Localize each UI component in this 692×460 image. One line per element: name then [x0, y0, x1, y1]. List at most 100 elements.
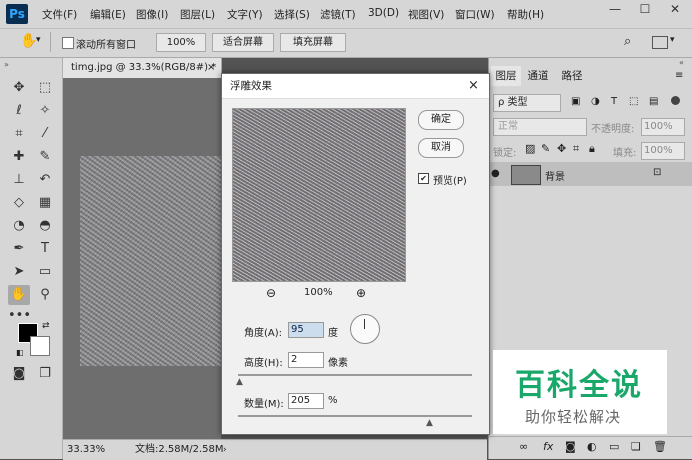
hand-tool-icon[interactable]: ✋	[8, 285, 30, 305]
menu-filter[interactable]: 滤镜(T)	[320, 7, 356, 22]
default-colors-icon[interactable]: ◧	[16, 348, 24, 357]
healing-brush-icon[interactable]: ✚	[8, 147, 30, 167]
tab-channels[interactable]: 通道	[523, 66, 553, 86]
preview-checkbox[interactable]: ✔	[418, 173, 429, 184]
kind-filter-select[interactable]: ρ 类型	[493, 94, 561, 112]
minimize-button[interactable]: —	[600, 0, 630, 20]
magic-wand-icon[interactable]: ✧	[34, 101, 56, 121]
zoom-tool-icon[interactable]: ⚲	[34, 285, 56, 305]
eraser-tool-icon[interactable]: ◇	[8, 193, 30, 213]
height-slider-thumb[interactable]: ▲	[236, 377, 243, 387]
tool-preset-chevron-icon[interactable]: ▾	[36, 35, 41, 45]
visibility-eye-icon[interactable]: ●	[491, 168, 500, 179]
fill-field[interactable]: 100%	[641, 142, 685, 160]
pen-tool-icon[interactable]: ✒	[8, 239, 30, 259]
tab-paths[interactable]: 路径	[557, 66, 587, 86]
lock-artboard-icon[interactable]: ⌗	[573, 142, 579, 156]
dialog-close-icon[interactable]: ×	[468, 74, 479, 98]
fx-icon[interactable]: fx	[543, 440, 553, 453]
blend-mode-select[interactable]: 正常	[493, 118, 587, 136]
menu-edit[interactable]: 编辑(E)	[90, 7, 126, 22]
filter-adjust-icon[interactable]: ◑	[591, 96, 600, 107]
adjustment-layer-icon[interactable]: ◐	[587, 440, 597, 453]
link-layers-icon[interactable]: ∞	[519, 440, 528, 453]
zoom-in-icon[interactable]: ⊕	[356, 286, 366, 300]
brush-tool-icon[interactable]: ✎	[34, 147, 56, 167]
quick-mask-icon[interactable]: ◙	[8, 364, 30, 384]
zoom-100-button[interactable]: 100%	[156, 33, 206, 52]
lasso-tool-icon[interactable]: ℓ	[8, 101, 30, 121]
height-slider[interactable]	[238, 374, 472, 376]
layer-row[interactable]: ● 背景 ⊡	[489, 162, 692, 186]
opacity-field[interactable]: 100%	[641, 118, 685, 136]
zoom-readout[interactable]: 33.33%	[67, 440, 105, 460]
collapse-icon[interactable]: »	[4, 60, 9, 69]
menu-window[interactable]: 窗口(W)	[455, 7, 495, 22]
layer-name[interactable]: 背景	[545, 168, 565, 183]
filter-smart-icon[interactable]: ▤	[649, 96, 658, 107]
filter-preview[interactable]	[232, 108, 406, 282]
type-tool-icon[interactable]: T	[34, 239, 56, 259]
document-close-icon[interactable]: ×	[207, 58, 215, 78]
screen-mode-icon[interactable]: ❐	[34, 364, 56, 384]
dodge-tool-icon[interactable]: ◓	[34, 216, 56, 236]
fill-screen-button[interactable]: 填充屏幕	[280, 33, 346, 52]
path-select-icon[interactable]: ➤	[8, 262, 30, 282]
filter-type-icon[interactable]: T	[611, 96, 617, 107]
panel-collapse-icon[interactable]: «	[679, 58, 684, 67]
workspace-icon[interactable]	[652, 36, 668, 49]
angle-field[interactable]: 95	[288, 322, 324, 338]
menu-file[interactable]: 文件(F)	[42, 7, 77, 22]
lock-all-icon[interactable]: 🔒︎	[589, 142, 595, 156]
menu-view[interactable]: 视图(V)	[408, 7, 444, 22]
window-close-button[interactable]: ✕	[660, 0, 690, 20]
menu-3d[interactable]: 3D(D)	[368, 7, 399, 19]
filter-image-icon[interactable]: ▣	[571, 96, 580, 107]
new-group-icon[interactable]: ▭	[609, 440, 619, 453]
crop-tool-icon[interactable]: ⌗	[8, 124, 30, 144]
delete-layer-icon[interactable]: 🗑︎	[653, 440, 667, 453]
cancel-button[interactable]: 取消	[418, 138, 464, 158]
menu-type[interactable]: 文字(Y)	[227, 7, 263, 22]
tab-layers[interactable]: 图层	[491, 66, 521, 86]
swap-colors-icon[interactable]: ⇄	[42, 321, 50, 331]
amount-slider-thumb[interactable]: ▲	[426, 418, 433, 428]
menu-select[interactable]: 选择(S)	[274, 7, 310, 22]
gradient-tool-icon[interactable]: ▦	[34, 193, 56, 213]
panel-menu-icon[interactable]: ≡	[675, 70, 683, 81]
maximize-button[interactable]: ☐	[630, 0, 660, 20]
history-brush-icon[interactable]: ↶	[34, 170, 56, 190]
document-tab[interactable]: timg.jpg @ 33.3%(RGB/8#) * ×	[63, 58, 222, 78]
scroll-all-checkbox[interactable]	[62, 37, 74, 49]
lock-position-icon[interactable]: ✥	[557, 142, 566, 155]
filter-shape-icon[interactable]: ⬚	[629, 96, 638, 107]
angle-dial[interactable]	[350, 314, 380, 344]
shape-tool-icon[interactable]: ▭	[34, 262, 56, 282]
move-tool-icon[interactable]: ✥	[8, 78, 30, 98]
lock-pixels-icon[interactable]: ▨	[525, 142, 535, 155]
amount-slider[interactable]	[238, 415, 472, 417]
height-field[interactable]: 2	[288, 352, 324, 368]
menu-layer[interactable]: 图层(L)	[180, 7, 215, 22]
ok-button[interactable]: 确定	[418, 110, 464, 130]
new-layer-icon[interactable]: ❏	[631, 440, 641, 453]
amount-field[interactable]: 205	[288, 393, 324, 409]
dialog-titlebar[interactable]: 浮雕效果 ×	[222, 74, 489, 99]
status-arrow-icon[interactable]: ›	[223, 440, 227, 460]
blur-tool-icon[interactable]: ◔	[8, 216, 30, 236]
hand-icon[interactable]: ✋	[20, 33, 37, 49]
menu-image[interactable]: 图像(I)	[136, 7, 168, 22]
watermark: 百科全说 助你轻松解决	[493, 350, 667, 434]
marquee-tool-icon[interactable]: ⬚	[34, 78, 56, 98]
workspace-chevron-icon[interactable]: ▾	[670, 35, 675, 45]
background-color-swatch[interactable]	[30, 336, 50, 356]
fit-screen-button[interactable]: 适合屏幕	[212, 33, 274, 52]
stamp-tool-icon[interactable]: ⊥	[8, 170, 30, 190]
lock-paint-icon[interactable]: ✎	[541, 142, 550, 155]
add-mask-icon[interactable]: ◙	[565, 440, 576, 453]
menu-help[interactable]: 帮助(H)	[507, 7, 544, 22]
search-icon[interactable]: ⌕	[624, 34, 631, 49]
zoom-out-icon[interactable]: ⊖	[266, 286, 276, 300]
eyedropper-icon[interactable]: ⁄	[34, 124, 56, 144]
filter-toggle-icon[interactable]	[671, 96, 680, 105]
